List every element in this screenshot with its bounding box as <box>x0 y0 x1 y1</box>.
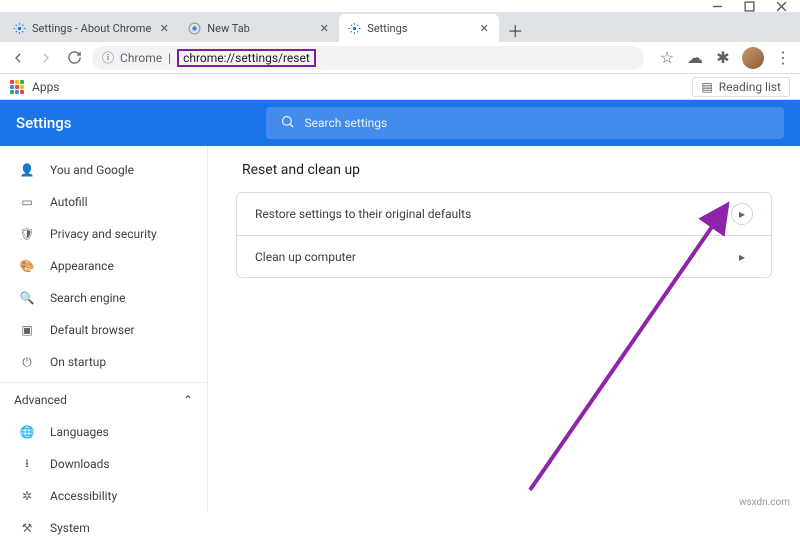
sidebar-item-accessibility[interactable]: ✲ Accessibility <box>0 480 207 512</box>
site-info-icon[interactable]: ⓘ <box>102 49 114 66</box>
browser-toolbar: ⓘ Chrome | chrome://settings/reset ☆ ☁ ✱… <box>0 42 800 74</box>
window-close[interactable] <box>774 0 788 13</box>
chevron-up-icon: ⌃ <box>183 393 193 407</box>
accessibility-icon: ✲ <box>18 489 36 503</box>
search-icon <box>280 114 295 133</box>
address-bar[interactable]: ⓘ Chrome | chrome://settings/reset <box>92 46 644 70</box>
row-label: Restore settings to their original defau… <box>255 207 471 221</box>
row-restore-defaults[interactable]: Restore settings to their original defau… <box>237 193 771 235</box>
window-titlebar <box>0 0 800 12</box>
settings-main: Reset and clean up Restore settings to t… <box>208 146 800 512</box>
omnibox-separator: | <box>168 51 171 65</box>
sidebar-item-search-engine[interactable]: 🔍 Search engine <box>0 282 207 314</box>
gear-icon <box>12 21 26 35</box>
tab-title: Settings <box>367 22 407 35</box>
tab-new-tab[interactable]: New Tab ✕ <box>179 14 339 42</box>
sidebar-item-on-startup[interactable]: ⏻ On startup <box>0 346 207 378</box>
sidebar-item-downloads[interactable]: ⭳ Downloads <box>0 448 207 480</box>
sidebar-item-system[interactable]: ⚒ System <box>0 512 207 544</box>
tab-title: Settings - About Chrome <box>32 22 151 35</box>
window-minimize[interactable] <box>710 0 724 13</box>
chevron-right-icon: ▸ <box>731 203 753 225</box>
tab-title: New Tab <box>207 22 250 35</box>
sidebar-item-label: Appearance <box>50 259 114 273</box>
sidebar-item-appearance[interactable]: 🎨 Appearance <box>0 250 207 282</box>
settings-search[interactable] <box>266 107 784 139</box>
tab-settings[interactable]: Settings ✕ <box>339 14 499 42</box>
row-clean-up-computer[interactable]: Clean up computer ▸ <box>237 235 771 277</box>
close-icon[interactable]: ✕ <box>157 21 171 35</box>
search-icon: 🔍 <box>18 291 36 305</box>
sidebar-item-label: Downloads <box>50 457 110 471</box>
shield-icon: 🛡 <box>18 227 36 241</box>
settings-header: Settings <box>0 100 800 146</box>
sidebar-item-label: System <box>50 521 90 535</box>
extensions-icon[interactable]: ✱ <box>714 49 732 67</box>
chrome-icon <box>187 21 201 35</box>
close-icon[interactable]: ✕ <box>317 21 331 35</box>
sidebar-section-advanced[interactable]: Advanced ⌃ <box>0 382 207 416</box>
reset-card: Restore settings to their original defau… <box>236 192 772 278</box>
tab-strip: Settings - About Chrome ✕ New Tab ✕ Sett… <box>0 12 800 42</box>
watermark: wsxdn.com <box>739 497 790 508</box>
site-label: Chrome <box>120 51 162 65</box>
cloud-icon[interactable]: ☁ <box>686 49 704 67</box>
section-title: Reset and clean up <box>242 162 772 178</box>
sidebar-item-label: Languages <box>50 425 109 439</box>
sidebar-item-label: Default browser <box>50 323 135 337</box>
system-icon: ⚒ <box>18 521 36 535</box>
sidebar-item-label: You and Google <box>50 163 134 177</box>
person-icon: 👤 <box>18 163 36 177</box>
sidebar-item-label: Privacy and security <box>50 227 157 241</box>
sidebar-item-label: Search engine <box>50 291 125 305</box>
settings-search-input[interactable] <box>305 116 461 130</box>
window-maximize[interactable] <box>742 0 756 13</box>
browser-icon: ▣ <box>18 323 36 337</box>
bookmarks-bar: Apps ▤ Reading list <box>0 74 800 100</box>
reload-button[interactable] <box>64 48 84 68</box>
sidebar-item-autofill[interactable]: ▭ Autofill <box>0 186 207 218</box>
autofill-icon: ▭ <box>18 195 36 209</box>
apps-icon[interactable] <box>10 80 24 94</box>
profile-avatar[interactable] <box>742 47 764 69</box>
list-icon: ▤ <box>701 80 712 94</box>
star-icon[interactable]: ☆ <box>658 49 676 67</box>
settings-sidebar: 👤 You and Google ▭ Autofill 🛡 Privacy and s… <box>0 146 208 512</box>
reading-list-label: Reading list <box>719 80 781 94</box>
reading-list-button[interactable]: ▤ Reading list <box>692 77 790 97</box>
page-title: Settings <box>16 114 72 132</box>
gear-icon <box>347 21 361 35</box>
palette-icon: 🎨 <box>18 259 36 273</box>
download-icon: ⭳ <box>18 454 36 475</box>
power-icon: ⏻ <box>18 355 36 370</box>
close-icon[interactable]: ✕ <box>477 21 491 35</box>
section-label: Advanced <box>14 393 67 407</box>
sidebar-item-you-and-google[interactable]: 👤 You and Google <box>0 154 207 186</box>
sidebar-item-languages[interactable]: 🌐 Languages <box>0 416 207 448</box>
back-button[interactable] <box>8 48 28 68</box>
apps-label[interactable]: Apps <box>32 80 60 94</box>
sidebar-item-label: Autofill <box>50 195 88 209</box>
sidebar-item-privacy[interactable]: 🛡 Privacy and security <box>0 218 207 250</box>
sidebar-item-label: Accessibility <box>50 489 117 503</box>
row-label: Clean up computer <box>255 250 356 264</box>
new-tab-button[interactable]: ＋ <box>503 18 527 42</box>
url-text: chrome://settings/reset <box>177 49 316 67</box>
sidebar-item-label: On startup <box>50 355 106 369</box>
tab-settings-about[interactable]: Settings - About Chrome ✕ <box>4 14 179 42</box>
chevron-right-icon: ▸ <box>731 246 753 268</box>
globe-icon: 🌐 <box>18 425 36 439</box>
forward-button[interactable] <box>36 48 56 68</box>
sidebar-item-default-browser[interactable]: ▣ Default browser <box>0 314 207 346</box>
menu-icon[interactable]: ⋮ <box>774 49 792 67</box>
